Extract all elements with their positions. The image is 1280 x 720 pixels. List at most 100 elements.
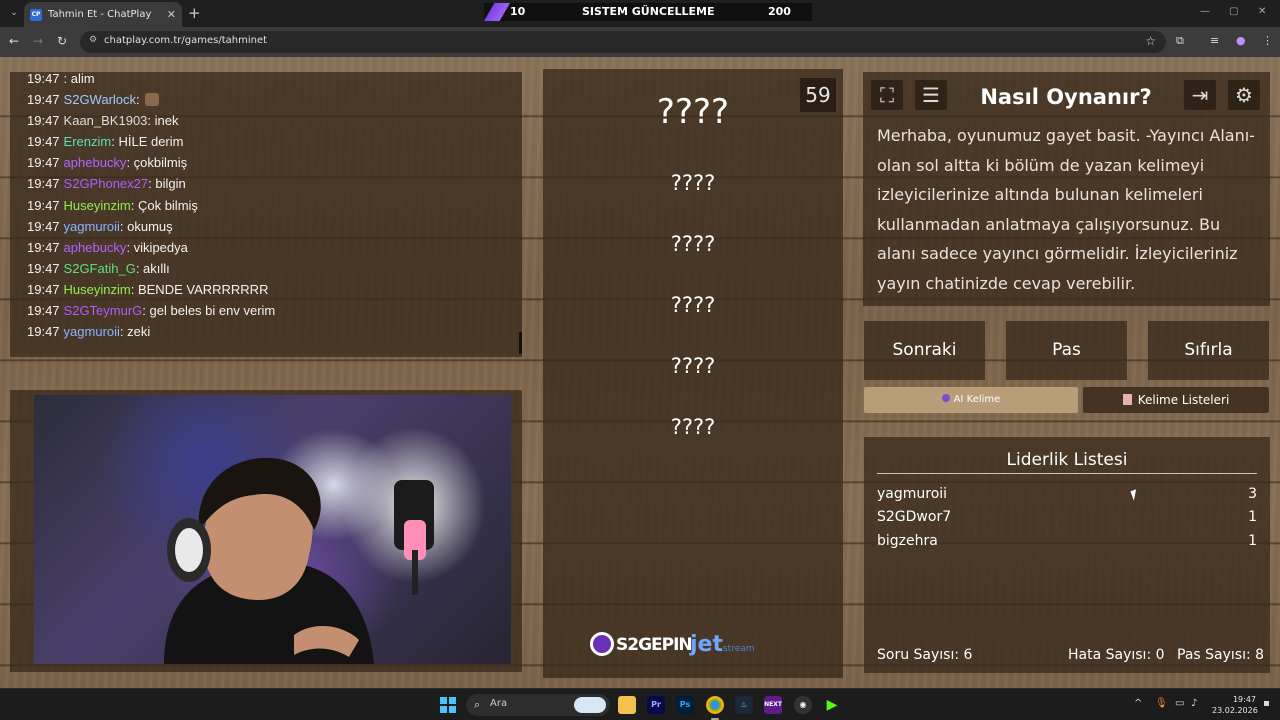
forbidden-word: ???? [670,232,716,256]
next-button[interactable]: Sonraki [864,321,985,380]
pass-button[interactable]: Pas [1006,321,1127,380]
tab-search-icon[interactable]: ⌄ [6,5,22,21]
clock-time: 19:47 [1232,695,1256,704]
forbidden-word: ???? [670,354,716,378]
webcam-video [34,395,511,664]
sponsor-s2gepin-logo: S2GEPIN [590,632,693,656]
chat-text: : vikipedya [126,239,188,255]
clipboard-icon [1122,394,1132,405]
chat-time: 19:47 [27,324,60,340]
search-icon: ⌕ [474,698,481,711]
chat-time: 19:47 [27,303,60,319]
windows-start-icon[interactable] [440,697,456,713]
new-tab-icon[interactable]: + [188,4,201,22]
chat-time: 19:47 [27,92,60,108]
ai-icon [941,394,950,402]
steam-icon[interactable]: ♨ [735,696,753,714]
volume-icon[interactable]: ♪ [1191,698,1197,709]
logout-icon[interactable]: ⇥ [1184,80,1216,110]
windows-taskbar: ⌕ Ara Pr Ps ♨ NEXT ◉ ▶ ^ 🎙 ▭ ♪ 19:47 23.… [0,688,1280,720]
chat-username[interactable]: S2GPhonex27 [64,176,149,191]
close-window-icon[interactable]: ✕ [1258,6,1266,17]
word-lists-tab[interactable]: Kelime Listeleri [1083,387,1269,413]
tab-title: Tahmin Et - ChatPlay [48,9,152,20]
obs-icon[interactable]: ◉ [794,696,812,714]
chat-text: : gel beles bi env verim [142,303,276,319]
settings-gear-icon[interactable]: ⚙ [1228,80,1260,110]
chat-message: 19:47 Kaan_BK1903: inek [27,110,517,131]
photoshop-icon[interactable]: Ps [676,696,694,714]
reload-icon[interactable]: ↻ [57,34,67,48]
chat-time: 19:47 [27,134,60,150]
tab-close-icon[interactable]: ✕ [167,8,176,21]
forward-icon[interactable]: → [33,34,43,48]
taskbar-clock[interactable]: 19:47 23.02.2026 [1212,694,1258,716]
chat-text: : bilgin [148,176,186,192]
kick-icon[interactable]: ▶ [823,696,841,714]
chat-message: 19:47 S2GTeymurG: gel beles bi env verim [27,300,517,321]
mic-icon[interactable]: 🎙 [1155,698,1168,709]
chat-message: 19:47: alim [27,72,517,89]
banner-title: SISTEM GÜNCELLEME [582,5,715,18]
chat-username[interactable]: Huseyinzim [64,198,131,213]
chat-username[interactable]: S2GFatih_G [64,261,136,276]
taskbar-search[interactable]: ⌕ Ara [466,694,610,716]
media-icon[interactable]: ≡ [1210,34,1219,47]
url-field[interactable]: ⚙ chatplay.com.tr/games/tahminet ☆ [80,31,1166,53]
chat-list: 19:47: alim 19:47 S2GWarlock: 19:47 Kaan_BK1… [27,72,517,342]
clock-date: 23.02.2026 [1212,706,1258,715]
chat-username[interactable]: aphebucky [64,155,127,170]
chat-time: 19:47 [27,197,60,213]
chat-scrollbar[interactable] [519,332,522,354]
chat-time: 19:47 [27,72,60,86]
chat-username[interactable]: yagmuroii [64,219,120,234]
chat-username[interactable]: S2GWarlock [64,92,136,107]
menu-icon[interactable]: ⋮ [1262,34,1273,47]
chat-message: 19:47 Huseyinzim: BENDE VARRRRRRR [27,279,517,300]
restore-icon[interactable]: ▢ [1229,6,1238,17]
chat-panel: 19:47: alim 19:47 S2GWarlock: 19:47 Kaan_BK1… [10,72,522,357]
chat-text: : inek [147,113,179,129]
chat-text: : BENDE VARRRRRRR [130,281,269,297]
streamer-figure [164,457,374,664]
reset-button[interactable]: Sıfırla [1148,321,1269,380]
forbidden-word: ???? [670,415,716,439]
chat-username[interactable]: Kaan_BK1903 [64,113,148,128]
forbidden-word: ???? [670,293,716,317]
howto-title: Nasıl Oynanır? [980,85,1152,109]
url-text: chatplay.com.tr/games/tahminet [104,35,268,46]
banner-left-value: 10 [510,5,526,18]
chat-time: 19:47 [27,239,60,255]
banner-stripe [484,3,510,21]
back-icon[interactable]: ← [9,34,19,48]
network-icon[interactable]: ▭ [1175,698,1184,709]
chat-username[interactable]: yagmuroii [64,324,120,339]
chrome-icon[interactable] [706,696,724,714]
chat-text: : Çok bilmiş [130,197,198,213]
premiere-icon[interactable]: Pr [647,696,665,714]
chat-text: : okumuş [119,218,173,234]
chat-message: 19:47 aphebucky: vikipedya [27,237,517,258]
chat-username[interactable]: aphebucky [64,240,127,255]
weather-icon [574,697,606,713]
site-info-icon[interactable]: ⚙ [89,35,97,45]
chat-username[interactable]: Huseyinzim [64,282,131,297]
fullscreen-icon[interactable]: ⛶ [871,80,903,110]
ai-word-tab[interactable]: AI Kelime [864,387,1078,413]
chat-username[interactable]: Erenzim [64,134,112,149]
bookmark-star-icon[interactable]: ☆ [1145,34,1156,48]
notification-icon[interactable]: ▪ [1263,698,1270,709]
next-app-icon[interactable]: NEXT [764,696,782,714]
extensions-icon[interactable]: ⧉ [1176,34,1184,48]
chat-text: : akıllı [135,260,170,276]
minimize-icon[interactable]: — [1200,6,1210,17]
profile-icon[interactable]: ● [1236,34,1246,47]
pass-count: Pas Sayısı: 8 [1177,647,1265,663]
browser-tab[interactable]: CP Tahmin Et - ChatPlay ✕ [24,2,182,27]
file-explorer-icon[interactable] [618,696,636,714]
chat-text: : alim [63,72,95,86]
notes-icon[interactable]: ☰ [915,80,947,110]
tray-overflow-icon[interactable]: ^ [1134,698,1142,709]
chat-username[interactable]: S2GTeymurG [64,303,143,318]
s2g-logo-icon [590,632,614,656]
